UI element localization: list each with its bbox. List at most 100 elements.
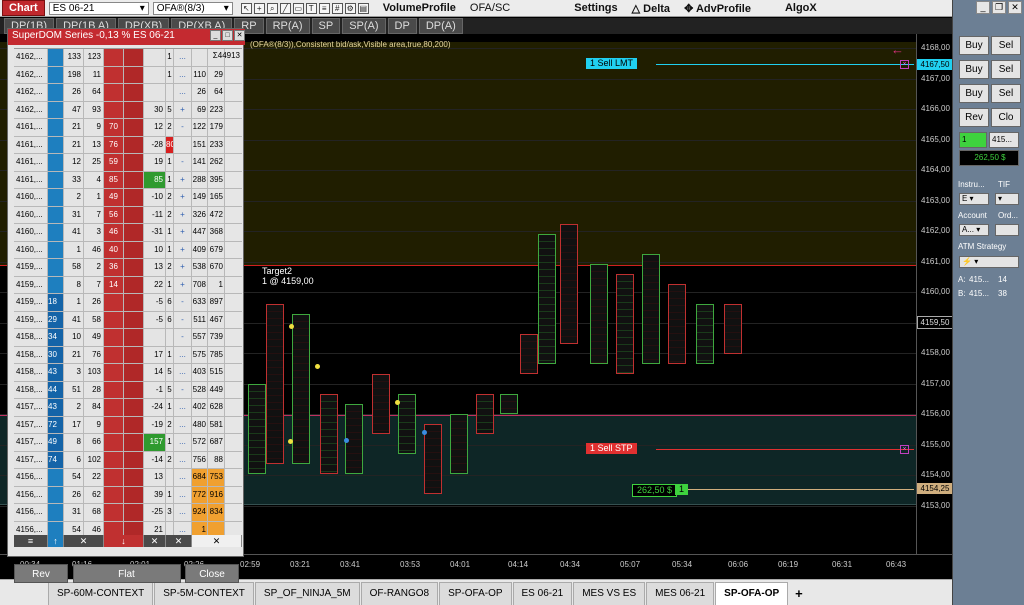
- superdom-cell-price[interactable]: 4161,...: [14, 119, 48, 136]
- superdom-cell-price[interactable]: 4162,...: [14, 66, 48, 83]
- superdom-cell-v2[interactable]: 7: [84, 276, 104, 293]
- superdom-cell-bid[interactable]: [48, 469, 64, 486]
- superdom-cell-price[interactable]: 4159,...: [14, 311, 48, 328]
- superdom-cell-ask[interactable]: [104, 451, 124, 468]
- superdom-cell-s2[interactable]: +: [174, 224, 192, 241]
- superdom-titlebar[interactable]: SuperDOM Series -0,13 % ES 06-21 _ □ ✕: [8, 29, 245, 45]
- superdom-cell-v2[interactable]: 46: [84, 241, 104, 258]
- superdom-cell-bid[interactable]: [48, 206, 64, 223]
- superdom-cell-v3[interactable]: 557: [192, 329, 208, 346]
- superdom-cell-v3[interactable]: 538: [192, 259, 208, 276]
- restore-icon[interactable]: ❐: [992, 1, 1006, 14]
- superdom-cell-v2[interactable]: 22: [84, 469, 104, 486]
- superdom-cell-v3[interactable]: 288: [192, 171, 208, 188]
- superdom-cell-bid[interactable]: [48, 224, 64, 241]
- superdom-cell-price[interactable]: 4156,...: [14, 486, 48, 503]
- superdom-cell-s1[interactable]: 80: [166, 136, 174, 153]
- superdom-cell-v4[interactable]: 753: [208, 469, 225, 486]
- sell-limit-line[interactable]: [656, 64, 914, 65]
- superdom-cell-v1[interactable]: 12: [64, 154, 84, 171]
- superdom-cell-bid[interactable]: [48, 241, 64, 258]
- superdom-cell-price[interactable]: 4160,...: [14, 241, 48, 258]
- superdom-row[interactable]: 4160,... 31 7 56 -11 2 +326 472: [14, 206, 242, 224]
- superdom-cell-pl[interactable]: -5: [144, 294, 166, 311]
- superdom-cell-v2[interactable]: 76: [84, 346, 104, 363]
- superdom-cell-s1[interactable]: 1: [166, 346, 174, 363]
- superdom-cell-v4[interactable]: 368: [208, 224, 225, 241]
- superdom-cell-s2[interactable]: -: [174, 381, 192, 398]
- superdom-cell-v1[interactable]: 41: [64, 311, 84, 328]
- superdom-row[interactable]: 4160,... 2 1 49 -10 2 +149 165: [14, 189, 242, 207]
- superdom-cell-s2[interactable]: ...: [174, 364, 192, 381]
- superdom-cell-s2[interactable]: ...: [174, 399, 192, 416]
- superdom-cell-ask2[interactable]: [124, 381, 144, 398]
- superdom-cell-ask[interactable]: [104, 84, 124, 101]
- superdom-cell-price[interactable]: 4159,...: [14, 294, 48, 311]
- superdom-row[interactable]: 4160,... 41 3 46 -31 1 +447 368: [14, 224, 242, 242]
- sell-stop-order[interactable]: 1 Sell STP: [586, 443, 637, 454]
- superdom-cell-ask2[interactable]: [124, 294, 144, 311]
- superdom-cell-s2[interactable]: -: [174, 311, 192, 328]
- superdom-cell-ask[interactable]: [104, 364, 124, 381]
- superdom-cell-s2[interactable]: ...: [174, 346, 192, 363]
- superdom-cell-v3[interactable]: 511: [192, 311, 208, 328]
- superdom-cell-price[interactable]: 4157,...: [14, 416, 48, 433]
- superdom-cell-price[interactable]: 4157,...: [14, 434, 48, 451]
- line-tool-icon[interactable]: ╱: [279, 2, 291, 14]
- superdom-cell-s2[interactable]: -: [174, 294, 192, 311]
- superdom-cell-v4[interactable]: 739: [208, 329, 225, 346]
- superdom-row[interactable]: 4162,... 26 64... 26 64: [14, 84, 242, 102]
- superdom-cell-s1[interactable]: 6: [166, 294, 174, 311]
- superdom-cell-v1[interactable]: 31: [64, 504, 84, 521]
- superdom-cell-v1[interactable]: 1: [64, 241, 84, 258]
- superdom-cell-ask2[interactable]: [124, 469, 144, 486]
- superdom-cell-ask[interactable]: 85: [104, 171, 124, 188]
- superdom-cell-bid[interactable]: [48, 84, 64, 101]
- superdom-cell-v1[interactable]: 21: [64, 119, 84, 136]
- crosshair-icon[interactable]: +: [253, 2, 265, 14]
- superdom-cell-pl[interactable]: 17: [144, 346, 166, 363]
- chart-tab[interactable]: MES 06-21: [646, 582, 715, 605]
- superdom-cell-v2[interactable]: 26: [84, 294, 104, 311]
- superdom-cell-s2[interactable]: -: [174, 329, 192, 346]
- superdom-cell-bid[interactable]: [48, 504, 64, 521]
- superdom-cell-v1[interactable]: 54: [64, 469, 84, 486]
- superdom-cell-price[interactable]: 4157,...: [14, 399, 48, 416]
- superdom-cell-bid[interactable]: [48, 101, 64, 118]
- superdom-row[interactable]: 4159,... 18 1 26 -5 6-633 897: [14, 294, 242, 312]
- superdom-cell-v3[interactable]: 756: [192, 451, 208, 468]
- superdom-cell-s1[interactable]: [166, 329, 174, 346]
- superdom-cell-s1[interactable]: 1: [166, 154, 174, 171]
- superdom-cell-bid[interactable]: [48, 119, 64, 136]
- chart-tab[interactable]: ES 06-21: [512, 582, 573, 605]
- superdom-cell-v2[interactable]: 84: [84, 399, 104, 416]
- superdom-cell-ask[interactable]: [104, 469, 124, 486]
- superdom-cell-pl[interactable]: -10: [144, 189, 166, 206]
- superdom-cell-s2[interactable]: +: [174, 189, 192, 206]
- superdom-cell-v4[interactable]: 64: [208, 84, 225, 101]
- superdom-cell-ask[interactable]: [104, 49, 124, 66]
- superdom-cell-pl[interactable]: -19: [144, 416, 166, 433]
- superdom-cell-pl[interactable]: -31: [144, 224, 166, 241]
- superdom-cell-v3[interactable]: 402: [192, 399, 208, 416]
- superdom-row[interactable]: 4159,... 29 41 58 -5 6-511 467: [14, 311, 242, 329]
- grid-icon[interactable]: #: [331, 2, 343, 14]
- superdom-cell-v3[interactable]: 141: [192, 154, 208, 171]
- instrument-selector[interactable]: ES 06-21 ▾: [48, 1, 149, 15]
- superdom-cell-v4[interactable]: 223: [208, 101, 225, 118]
- arrow-up-icon[interactable]: ↑: [48, 535, 64, 547]
- add-tab-button[interactable]: +: [789, 584, 809, 605]
- superdom-row[interactable]: 4158,... 44 51 28 -1 5-528 449: [14, 381, 242, 399]
- superdom-cell-bid[interactable]: [48, 136, 64, 153]
- volume-profile-button[interactable]: VolumeProfile: [383, 2, 456, 14]
- superdom-cell-bid[interactable]: [48, 259, 64, 276]
- superdom-cell-bid[interactable]: 74: [48, 451, 64, 468]
- superdom-cell-s2[interactable]: [174, 136, 192, 153]
- superdom-cell-bid[interactable]: [48, 276, 64, 293]
- superdom-cell-s2[interactable]: ...: [174, 434, 192, 451]
- superdom-cell-bid[interactable]: [48, 66, 64, 83]
- superdom-cell-ask2[interactable]: [124, 241, 144, 258]
- superdom-cell-ask2[interactable]: [124, 434, 144, 451]
- superdom-cell-price[interactable]: 4160,...: [14, 206, 48, 223]
- order-qty-field[interactable]: [995, 224, 1019, 236]
